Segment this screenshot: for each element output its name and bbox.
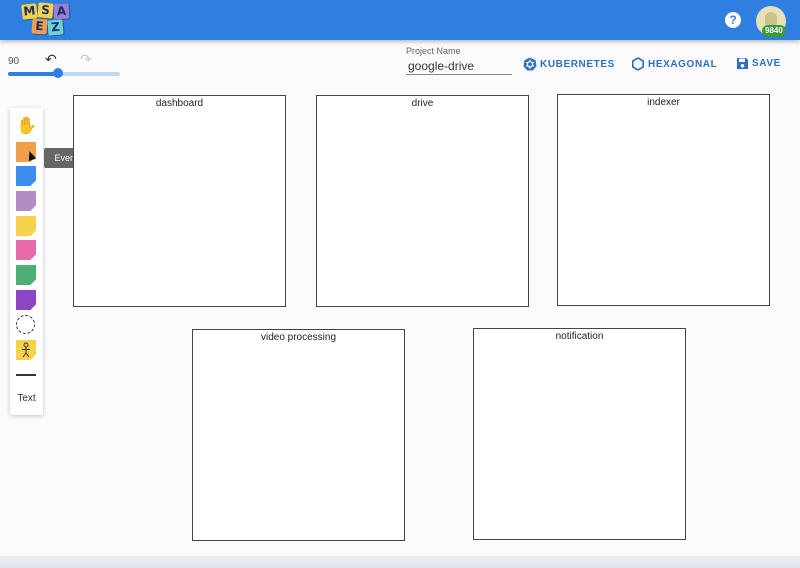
zoom-slider-fill xyxy=(8,72,59,76)
save-button[interactable]: SAVE xyxy=(736,57,781,70)
bounded-context-title: indexer xyxy=(647,97,680,108)
bounded-context-title: video processing xyxy=(260,332,337,343)
help-icon[interactable]: ? xyxy=(725,12,741,28)
kubernetes-label: KUBERNETES xyxy=(540,58,615,70)
save-label: SAVE xyxy=(752,58,781,69)
kubernetes-button[interactable]: KUBERNETES xyxy=(523,57,615,71)
external-sticker[interactable] xyxy=(16,240,36,260)
logo-tile-e: E xyxy=(31,18,48,35)
app-bar: M S A E Z ? 9840 xyxy=(0,0,800,40)
command-sticker[interactable] xyxy=(16,166,36,186)
actor-icon xyxy=(22,342,30,358)
bounded-context-tool[interactable] xyxy=(16,315,36,335)
hexagonal-label: HEXAGONAL xyxy=(648,58,718,70)
aggregate-sticker[interactable] xyxy=(16,216,36,236)
avatar-figure xyxy=(765,12,777,26)
bounded-context-title: notification xyxy=(555,331,604,342)
bounded-context-notification[interactable]: notification xyxy=(473,328,686,540)
zoom-slider[interactable] xyxy=(8,68,120,78)
external-sticker-shape xyxy=(16,240,36,260)
project-name-input[interactable] xyxy=(406,58,512,75)
bounded-context-drive[interactable]: drive xyxy=(316,95,529,307)
logo-tile-m: M xyxy=(21,3,38,20)
view-sticker[interactable] xyxy=(16,265,36,285)
zoom-value: 90 xyxy=(8,56,20,67)
actor-sticker[interactable] xyxy=(16,340,36,360)
bounded-context-dashboard[interactable]: dashboard xyxy=(73,95,286,307)
redo-icon[interactable]: ↷ xyxy=(80,51,92,68)
save-icon xyxy=(736,57,749,70)
ui-sticker-shape xyxy=(16,290,36,310)
msaez-logo[interactable]: M S A E Z xyxy=(21,2,84,36)
undo-icon[interactable]: ↶ xyxy=(45,51,57,68)
kubernetes-icon xyxy=(523,57,537,71)
project-name-label: Project Name xyxy=(406,46,461,56)
logo-tile-s: S xyxy=(37,2,54,19)
logo-tile-a: A xyxy=(53,3,70,20)
policy-sticker-shape xyxy=(16,191,36,211)
bounded-context-video-processing[interactable]: video processing xyxy=(192,329,405,541)
view-sticker-shape xyxy=(16,265,36,285)
bounded-context-title: dashboard xyxy=(155,98,204,109)
aggregate-sticker-shape xyxy=(16,216,36,236)
bounded-context-title: drive xyxy=(411,98,434,109)
policy-sticker[interactable] xyxy=(16,191,36,211)
dashed-circle-icon xyxy=(16,315,35,334)
text-tool[interactable]: Text xyxy=(10,393,43,404)
coin-badge: 9840 xyxy=(762,25,786,37)
hexagonal-button[interactable]: HEXAGONAL xyxy=(631,57,717,71)
ui-sticker[interactable] xyxy=(16,290,36,310)
hand-tool-icon[interactable]: ✋ xyxy=(16,116,37,136)
hexagon-icon xyxy=(631,57,645,71)
bottom-scrollbar[interactable] xyxy=(0,556,800,568)
line-tool[interactable] xyxy=(16,374,36,376)
command-sticker-shape xyxy=(16,166,36,186)
bounded-context-indexer[interactable]: indexer xyxy=(557,94,770,306)
logo-tile-z: Z xyxy=(47,19,64,36)
zoom-slider-thumb[interactable] xyxy=(53,68,64,78)
